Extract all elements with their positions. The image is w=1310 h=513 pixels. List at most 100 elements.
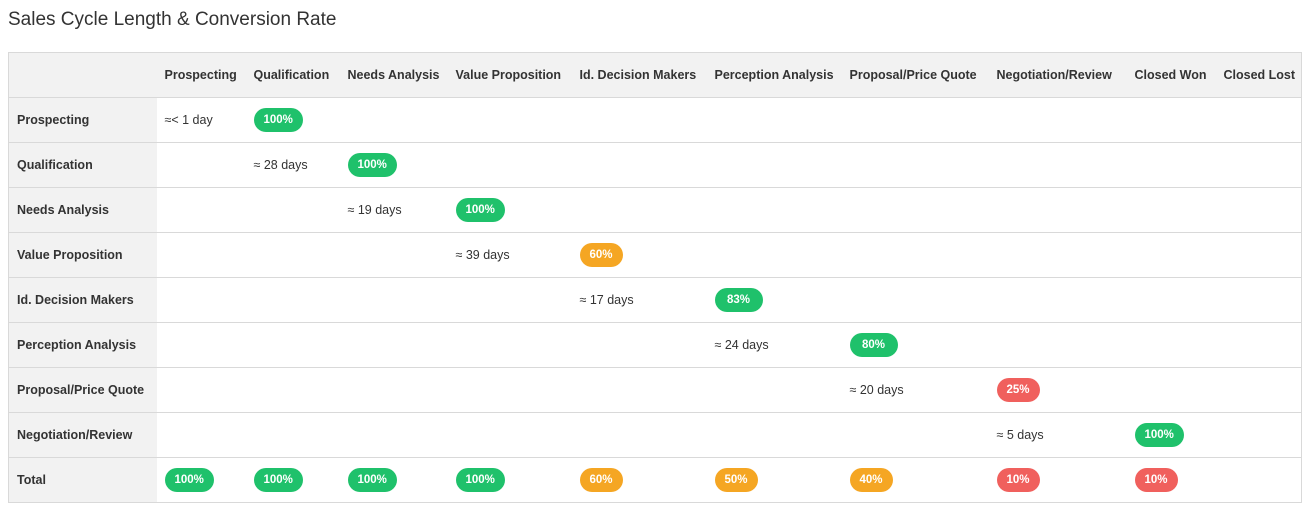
- cycle-length-text: ≈ 17 days: [579, 293, 634, 307]
- matrix-cell: [988, 232, 1127, 278]
- conversion-rate-badge: 10%: [1134, 468, 1178, 492]
- matrix-cell: [1126, 232, 1216, 278]
- matrix-cell: 50%: [707, 458, 842, 503]
- column-header: Qualification: [245, 52, 340, 98]
- matrix-cell: [1126, 367, 1216, 413]
- conversion-rate-badge: 60%: [579, 468, 623, 492]
- table-row: Proposal/Price Quote ≈ 20 days 25%: [8, 367, 1302, 413]
- matrix-cell: [706, 232, 842, 278]
- cycle-length-text: ≈ 19 days: [347, 203, 402, 217]
- conversion-rate-badge: 83%: [714, 288, 763, 312]
- conversion-rate-badge: 25%: [996, 378, 1040, 402]
- matrix-cell: 100%: [246, 458, 340, 503]
- column-header: Perception Analysis: [706, 52, 842, 98]
- matrix-cell: [245, 367, 340, 413]
- matrix-cell: [245, 322, 340, 368]
- matrix-cell: [706, 367, 842, 413]
- column-header: Negotiation/Review: [988, 52, 1127, 98]
- matrix-cell: 40%: [842, 458, 989, 503]
- column-header: Prospecting: [156, 52, 246, 98]
- conversion-matrix: Prospecting Qualification Needs Analysis…: [8, 52, 1302, 503]
- matrix-cell: ≈ 28 days: [245, 142, 340, 188]
- matrix-cell: 100%: [245, 97, 340, 143]
- column-header: Proposal/Price Quote: [841, 52, 989, 98]
- matrix-cell: [447, 277, 572, 323]
- matrix-cell: ≈ 17 days: [571, 277, 707, 323]
- matrix-cell: [571, 142, 707, 188]
- cycle-length-text: ≈ 5 days: [996, 428, 1044, 442]
- matrix-cell: [841, 97, 989, 143]
- matrix-cell: [988, 142, 1127, 188]
- matrix-cell: [1215, 412, 1302, 458]
- row-header: Qualification: [8, 142, 157, 188]
- matrix-cell: [571, 97, 707, 143]
- conversion-rate-badge: 100%: [1134, 423, 1184, 447]
- matrix-cell: [988, 322, 1127, 368]
- column-header: Needs Analysis: [339, 52, 448, 98]
- cycle-length-text: ≈ 28 days: [253, 158, 308, 172]
- cycle-length-text: ≈< 1 day: [164, 113, 213, 127]
- matrix-cell: [706, 187, 842, 233]
- matrix-cell: 10%: [1127, 458, 1216, 503]
- conversion-rate-badge: 100%: [455, 468, 505, 492]
- matrix-cell: 100%: [1126, 412, 1216, 458]
- matrix-cell: ≈ 24 days: [706, 322, 842, 368]
- matrix-cell: 100%: [340, 458, 448, 503]
- conversion-rate-badge: 100%: [347, 468, 397, 492]
- matrix-cell: [245, 187, 340, 233]
- matrix-cell: [156, 277, 246, 323]
- matrix-cell: [841, 277, 989, 323]
- cycle-length-text: ≈ 24 days: [714, 338, 769, 352]
- table-row: Id. Decision Makers ≈ 17 days 83%: [8, 277, 1302, 323]
- matrix-cell: ≈ 5 days: [988, 412, 1127, 458]
- matrix-cell: [156, 142, 246, 188]
- matrix-cell: [156, 322, 246, 368]
- matrix-cell: [1215, 277, 1302, 323]
- matrix-cell: [339, 97, 448, 143]
- matrix-cell: [988, 187, 1127, 233]
- row-header: Perception Analysis: [8, 322, 157, 368]
- matrix-cell: [706, 97, 842, 143]
- conversion-rate-badge: 100%: [164, 468, 214, 492]
- row-header: Negotiation/Review: [8, 412, 157, 458]
- total-row: Total 100% 100% 100% 100% 60% 50% 40% 10% 10%: [8, 457, 1302, 503]
- matrix-cell: [1126, 142, 1216, 188]
- matrix-cell: [988, 97, 1127, 143]
- page: Sales Cycle Length & Conversion Rate Pro…: [0, 0, 1310, 513]
- matrix-cell: [841, 187, 989, 233]
- column-header: Value Proposition: [447, 52, 572, 98]
- matrix-cell: ≈ 19 days: [339, 187, 448, 233]
- matrix-cell: [339, 232, 448, 278]
- matrix-cell: [245, 412, 340, 458]
- matrix-cell: [156, 187, 246, 233]
- conversion-rate-badge: 60%: [579, 243, 623, 267]
- matrix-cell: [339, 322, 448, 368]
- corner-cell: [8, 52, 157, 98]
- matrix-cell: 100%: [157, 458, 246, 503]
- matrix-cell: [841, 142, 989, 188]
- header-row: Prospecting Qualification Needs Analysis…: [8, 52, 1302, 98]
- matrix-cell: [571, 367, 707, 413]
- matrix-cell: [447, 367, 572, 413]
- matrix-cell: [841, 232, 989, 278]
- row-header: Proposal/Price Quote: [8, 367, 157, 413]
- matrix-cell: 100%: [448, 458, 572, 503]
- matrix-cell: [1215, 187, 1302, 233]
- conversion-rate-badge: 80%: [849, 333, 898, 357]
- matrix-cell: [1215, 232, 1302, 278]
- row-header: Total: [8, 457, 157, 503]
- matrix-cell: [156, 232, 246, 278]
- matrix-cell: [1215, 142, 1302, 188]
- matrix-cell: 60%: [571, 232, 707, 278]
- matrix-cell: [447, 97, 572, 143]
- table-row: Needs Analysis ≈ 19 days 100%: [8, 187, 1302, 233]
- table-row: Prospecting ≈< 1 day 100%: [8, 97, 1302, 143]
- table-row: Perception Analysis ≈ 24 days 80%: [8, 322, 1302, 368]
- column-header: Closed Lost: [1215, 52, 1302, 98]
- row-header: Needs Analysis: [8, 187, 157, 233]
- matrix-cell: [1215, 367, 1302, 413]
- conversion-rate-badge: 100%: [253, 468, 303, 492]
- column-header: Id. Decision Makers: [571, 52, 707, 98]
- matrix-cell: [156, 412, 246, 458]
- matrix-cell: 83%: [706, 277, 842, 323]
